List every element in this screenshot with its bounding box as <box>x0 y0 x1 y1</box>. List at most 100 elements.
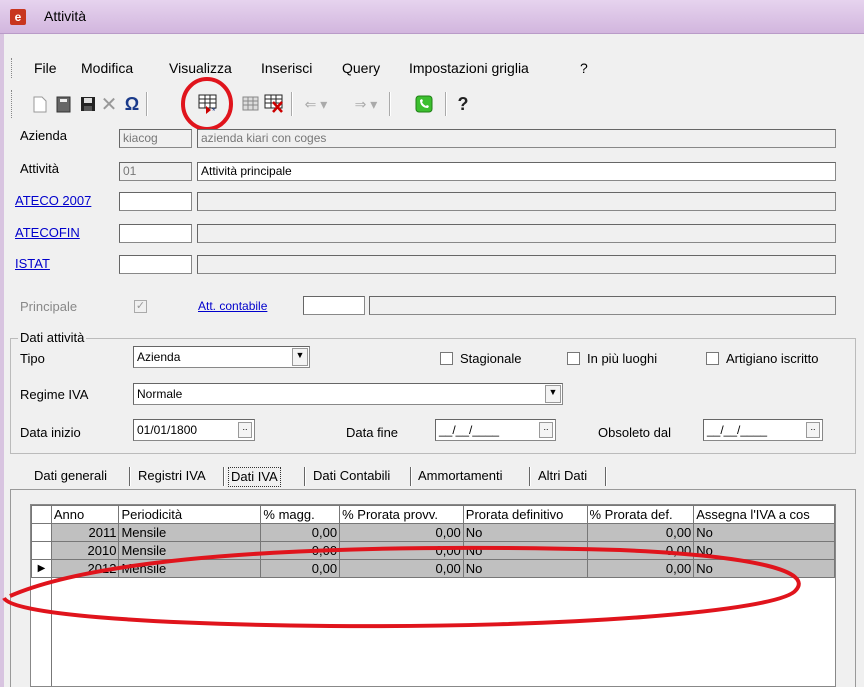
istat-desc-field[interactable] <box>197 255 836 274</box>
tipo-label: Tipo <box>20 351 45 366</box>
tab-separator <box>410 467 412 486</box>
column-header[interactable]: Periodicità <box>118 505 262 524</box>
data-inizio-value: 01/01/1800 <box>137 423 198 437</box>
tab-dati-iva[interactable]: Dati IVA <box>228 467 281 487</box>
azienda-desc-field[interactable]: azienda kiari con coges <box>197 129 836 148</box>
forward-arrow-icon[interactable]: ⇒ ▾ <box>348 95 384 113</box>
data-inizio-label: Data inizio <box>20 425 81 440</box>
tab-separator <box>129 467 131 486</box>
column-header[interactable]: % magg. <box>260 505 341 524</box>
attivita-code-field[interactable]: 01 <box>119 162 192 181</box>
undo-icon[interactable]: Ω <box>124 94 140 114</box>
ateco-link[interactable]: ATECO 2007 <box>15 193 91 208</box>
menu-modifica[interactable]: Modifica <box>81 60 133 76</box>
window-title: Attività <box>44 8 87 24</box>
delete-icon[interactable]: ✕ <box>101 94 118 116</box>
istat-code-field[interactable] <box>119 255 192 274</box>
menu-grip <box>11 58 15 78</box>
toolbar-grip <box>11 90 15 118</box>
menu-file[interactable]: File <box>34 60 57 76</box>
in-piu-luoghi-label: In più luoghi <box>587 351 658 366</box>
phone-icon[interactable] <box>415 95 433 113</box>
regime-iva-label: Regime IVA <box>20 387 89 402</box>
ateco-desc-field[interactable] <box>197 192 836 211</box>
stagionale-checkbox[interactable] <box>440 352 453 365</box>
menu-query[interactable]: Query <box>342 60 380 76</box>
data-fine-field[interactable]: __/__/____ .. <box>435 419 556 441</box>
date-picker-button[interactable]: .. <box>806 422 820 438</box>
azienda-code-field[interactable]: kiacog <box>119 129 192 148</box>
principale-checkbox[interactable]: ✓ <box>134 300 147 313</box>
tipo-value: Azienda <box>137 350 181 364</box>
tab-dati-contabili[interactable]: Dati Contabili <box>311 465 392 487</box>
new-document-icon[interactable] <box>32 95 48 113</box>
tab-separator <box>223 467 225 486</box>
toolbar-separator <box>445 92 447 116</box>
att-contabile-link[interactable]: Att. contabile <box>198 299 267 313</box>
row-indicator-header <box>31 505 52 524</box>
in-piu-luoghi-checkbox[interactable] <box>567 352 580 365</box>
annotation-ellipse <box>2 545 801 629</box>
att-contabile-desc-field[interactable] <box>369 296 836 315</box>
date-picker-button[interactable]: .. <box>539 422 553 438</box>
tab-separator <box>605 467 607 486</box>
copy-record-icon[interactable] <box>56 95 72 113</box>
delete-grid-row-icon[interactable] <box>264 94 286 113</box>
stagionale-label: Stagionale <box>460 351 522 366</box>
column-header[interactable]: % Prorata def. <box>586 505 695 524</box>
tab-baseline <box>10 489 856 490</box>
grid-header-row: Anno Periodicità % magg. % Prorata provv… <box>31 505 835 524</box>
tab-separator <box>529 467 531 486</box>
app-icon: e <box>10 9 26 25</box>
ateco-code-field[interactable] <box>119 192 192 211</box>
toolbar: ✕ Ω * ⇐ ▾ ⇒ ▾ ? <box>0 86 864 122</box>
obsoleto-value: __/__/____ <box>707 423 768 437</box>
save-icon[interactable] <box>80 95 96 113</box>
date-picker-button[interactable]: .. <box>238 422 252 438</box>
attivita-label: Attività <box>20 161 60 176</box>
regime-iva-value: Normale <box>137 387 183 401</box>
tab-dati-generali[interactable]: Dati generali <box>32 465 109 487</box>
attivita-desc-field[interactable]: Attività principale <box>197 162 836 181</box>
annotation-circle <box>181 77 233 131</box>
grid-icon[interactable] <box>241 95 261 113</box>
title-bar: e Attività <box>0 0 864 34</box>
obsoleto-field[interactable]: __/__/____ .. <box>703 419 823 441</box>
toolbar-separator <box>291 92 293 116</box>
tab-altri-dati[interactable]: Altri Dati <box>536 465 589 487</box>
obsoleto-label: Obsoleto dal <box>598 425 671 440</box>
group-title: Dati attività <box>18 330 87 345</box>
toolbar-separator <box>389 92 391 116</box>
att-contabile-code-field[interactable] <box>303 296 365 315</box>
data-inizio-field[interactable]: 01/01/1800 .. <box>133 419 255 441</box>
menu-help[interactable]: ? <box>580 60 588 76</box>
toolbar-separator <box>146 92 148 116</box>
menu-impostazioni-griglia[interactable]: Impostazioni griglia <box>409 60 529 76</box>
data-fine-label: Data fine <box>346 425 399 440</box>
principale-label: Principale <box>20 299 78 314</box>
regime-iva-select[interactable]: Normale ▼ <box>133 383 563 405</box>
column-header[interactable]: Prorata definitivo <box>462 505 588 524</box>
artigiano-label: Artigiano iscritto <box>726 351 819 366</box>
column-header[interactable]: % Prorata provv. <box>339 505 464 524</box>
atecofin-code-field[interactable] <box>119 224 192 243</box>
atecofin-link[interactable]: ATECOFIN <box>15 225 80 240</box>
artigiano-checkbox[interactable] <box>706 352 719 365</box>
column-header[interactable]: Assegna l'IVA a cos <box>693 505 835 524</box>
menu-bar: File Modifica Visualizza Inserisci Query… <box>0 56 864 80</box>
chevron-down-icon[interactable]: ▼ <box>292 348 308 366</box>
back-arrow-icon[interactable]: ⇐ ▾ <box>298 95 334 113</box>
data-fine-value: __/__/____ <box>439 423 500 437</box>
menu-inserisci[interactable]: Inserisci <box>261 60 312 76</box>
tipo-select[interactable]: Azienda ▼ <box>133 346 310 368</box>
azienda-label: Azienda <box>20 128 67 143</box>
tab-separator <box>304 467 306 486</box>
tab-panel-border <box>855 489 856 687</box>
column-header[interactable]: Anno <box>50 505 120 524</box>
tab-ammortamenti[interactable]: Ammortamenti <box>416 465 505 487</box>
tab-registri-iva[interactable]: Registri IVA <box>136 465 208 487</box>
istat-link[interactable]: ISTAT <box>15 256 50 271</box>
atecofin-desc-field[interactable] <box>197 224 836 243</box>
chevron-down-icon[interactable]: ▼ <box>545 385 561 403</box>
help-icon[interactable]: ? <box>455 94 471 114</box>
